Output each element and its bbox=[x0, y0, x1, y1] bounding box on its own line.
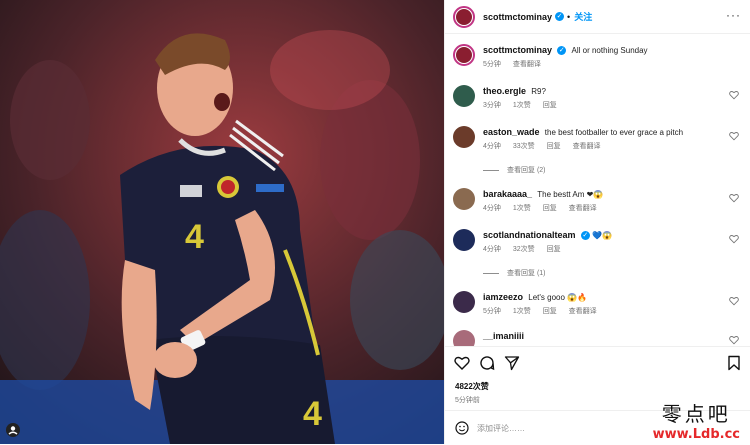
reply-button[interactable]: 回复 bbox=[547, 143, 561, 150]
post-time: 5分钟前 bbox=[455, 397, 480, 404]
author-username[interactable]: scottmctominay bbox=[483, 12, 552, 22]
comment-username[interactable]: __imaniiii bbox=[483, 331, 524, 341]
reply-button[interactable]: 回复 bbox=[543, 102, 557, 109]
caption-time: 5分钟 bbox=[483, 61, 501, 68]
emoji-icon[interactable] bbox=[455, 421, 469, 435]
like-heart-icon[interactable] bbox=[729, 193, 739, 203]
post-panel: scottmctominay ✓ • 关注 ··· scottmctominay… bbox=[444, 0, 750, 444]
comment-icon[interactable] bbox=[479, 355, 495, 371]
watermark-title: 零点吧 bbox=[661, 402, 731, 426]
translate-link[interactable]: 查看翻译 bbox=[569, 308, 597, 315]
translate-link[interactable]: 查看翻译 bbox=[569, 205, 597, 212]
commenter-avatar[interactable] bbox=[453, 291, 475, 313]
post-header: scottmctominay ✓ • 关注 ··· bbox=[445, 0, 750, 34]
verified-icon: ✓ bbox=[580, 231, 590, 241]
comment-username[interactable]: barakaaaa_ bbox=[483, 189, 532, 199]
commenter-avatar[interactable] bbox=[453, 85, 475, 107]
comment-emoji: ❤😱 bbox=[586, 190, 604, 199]
comment-text: Let's gooo bbox=[528, 293, 565, 302]
share-icon[interactable] bbox=[504, 355, 520, 371]
add-comment-input[interactable]: 添加评论…… bbox=[477, 423, 525, 434]
svg-text:4: 4 bbox=[185, 218, 204, 256]
separator-dot: • bbox=[567, 11, 571, 22]
comment-time: 4分钟 bbox=[483, 205, 501, 212]
comment-text: the best footballer to ever grace a pitc… bbox=[544, 128, 684, 137]
comments-list[interactable]: scottmctominay ✓ All or nothing Sunday 5… bbox=[445, 36, 750, 346]
translate-link[interactable]: 查看翻译 bbox=[573, 143, 601, 150]
commenter-avatar[interactable] bbox=[453, 126, 475, 148]
reply-button[interactable]: 回复 bbox=[547, 246, 561, 253]
caption-avatar[interactable] bbox=[453, 44, 475, 66]
comment-text: The bestt Am bbox=[537, 190, 585, 199]
like-heart-icon[interactable] bbox=[729, 296, 739, 306]
follow-button[interactable]: 关注 bbox=[574, 10, 592, 23]
post-photo[interactable]: 4 4 bbox=[0, 0, 444, 444]
comment-text: R9? bbox=[531, 87, 546, 96]
verified-icon: ✓ bbox=[555, 12, 565, 21]
svg-text:4: 4 bbox=[303, 395, 322, 433]
more-options-icon[interactable]: ··· bbox=[726, 9, 741, 21]
comment-likes[interactable]: 1次赞 bbox=[513, 102, 531, 109]
save-icon[interactable] bbox=[727, 355, 741, 371]
comment-username[interactable]: theo.ergle bbox=[483, 86, 526, 96]
comment-time: 4分钟 bbox=[483, 143, 501, 150]
comment-likes[interactable]: 1次赞 bbox=[513, 205, 531, 212]
like-heart-icon[interactable] bbox=[729, 131, 739, 141]
commenter-avatar[interactable] bbox=[453, 330, 475, 346]
like-heart-icon[interactable] bbox=[729, 90, 739, 100]
like-count[interactable]: 4822次赞 bbox=[455, 381, 489, 392]
like-heart-icon[interactable] bbox=[729, 335, 739, 345]
comment-time: 3分钟 bbox=[483, 102, 501, 109]
comment-username[interactable]: iamzeezo bbox=[483, 292, 523, 302]
comment-likes[interactable]: 1次赞 bbox=[513, 308, 531, 315]
comment-likes[interactable]: 32次赞 bbox=[513, 246, 535, 253]
comment-emoji: 😱🔥 bbox=[567, 293, 588, 302]
like-icon[interactable] bbox=[454, 355, 470, 371]
comment-time: 5分钟 bbox=[483, 308, 501, 315]
view-replies-link[interactable]: 查看回复 (2) bbox=[483, 165, 546, 175]
commenter-avatar[interactable] bbox=[453, 188, 475, 210]
comment-username[interactable]: scotlandnationalteam bbox=[483, 230, 576, 240]
translate-link[interactable]: 查看翻译 bbox=[513, 61, 541, 68]
verified-icon: ✓ bbox=[557, 46, 567, 56]
commenter-avatar[interactable] bbox=[453, 229, 475, 251]
comment-time: 4分钟 bbox=[483, 246, 501, 253]
watermark-url: www.Ldb.cc bbox=[652, 427, 740, 442]
author-avatar[interactable] bbox=[453, 5, 475, 28]
comment-emoji: 💙😱 bbox=[592, 231, 612, 240]
like-heart-icon[interactable] bbox=[729, 234, 739, 244]
tagged-user-icon[interactable] bbox=[6, 423, 20, 437]
reply-button[interactable]: 回复 bbox=[543, 308, 557, 315]
comment-likes[interactable]: 33次赞 bbox=[513, 143, 535, 150]
reply-button[interactable]: 回复 bbox=[543, 205, 557, 212]
site-watermark: 零点吧 www.Ldb.cc bbox=[653, 398, 740, 442]
comment-username[interactable]: easton_wade bbox=[483, 127, 540, 137]
caption-username[interactable]: scottmctominay bbox=[483, 45, 552, 55]
view-replies-link[interactable]: 查看回复 (1) bbox=[483, 268, 546, 278]
caption-text: All or nothing Sunday bbox=[571, 46, 648, 55]
